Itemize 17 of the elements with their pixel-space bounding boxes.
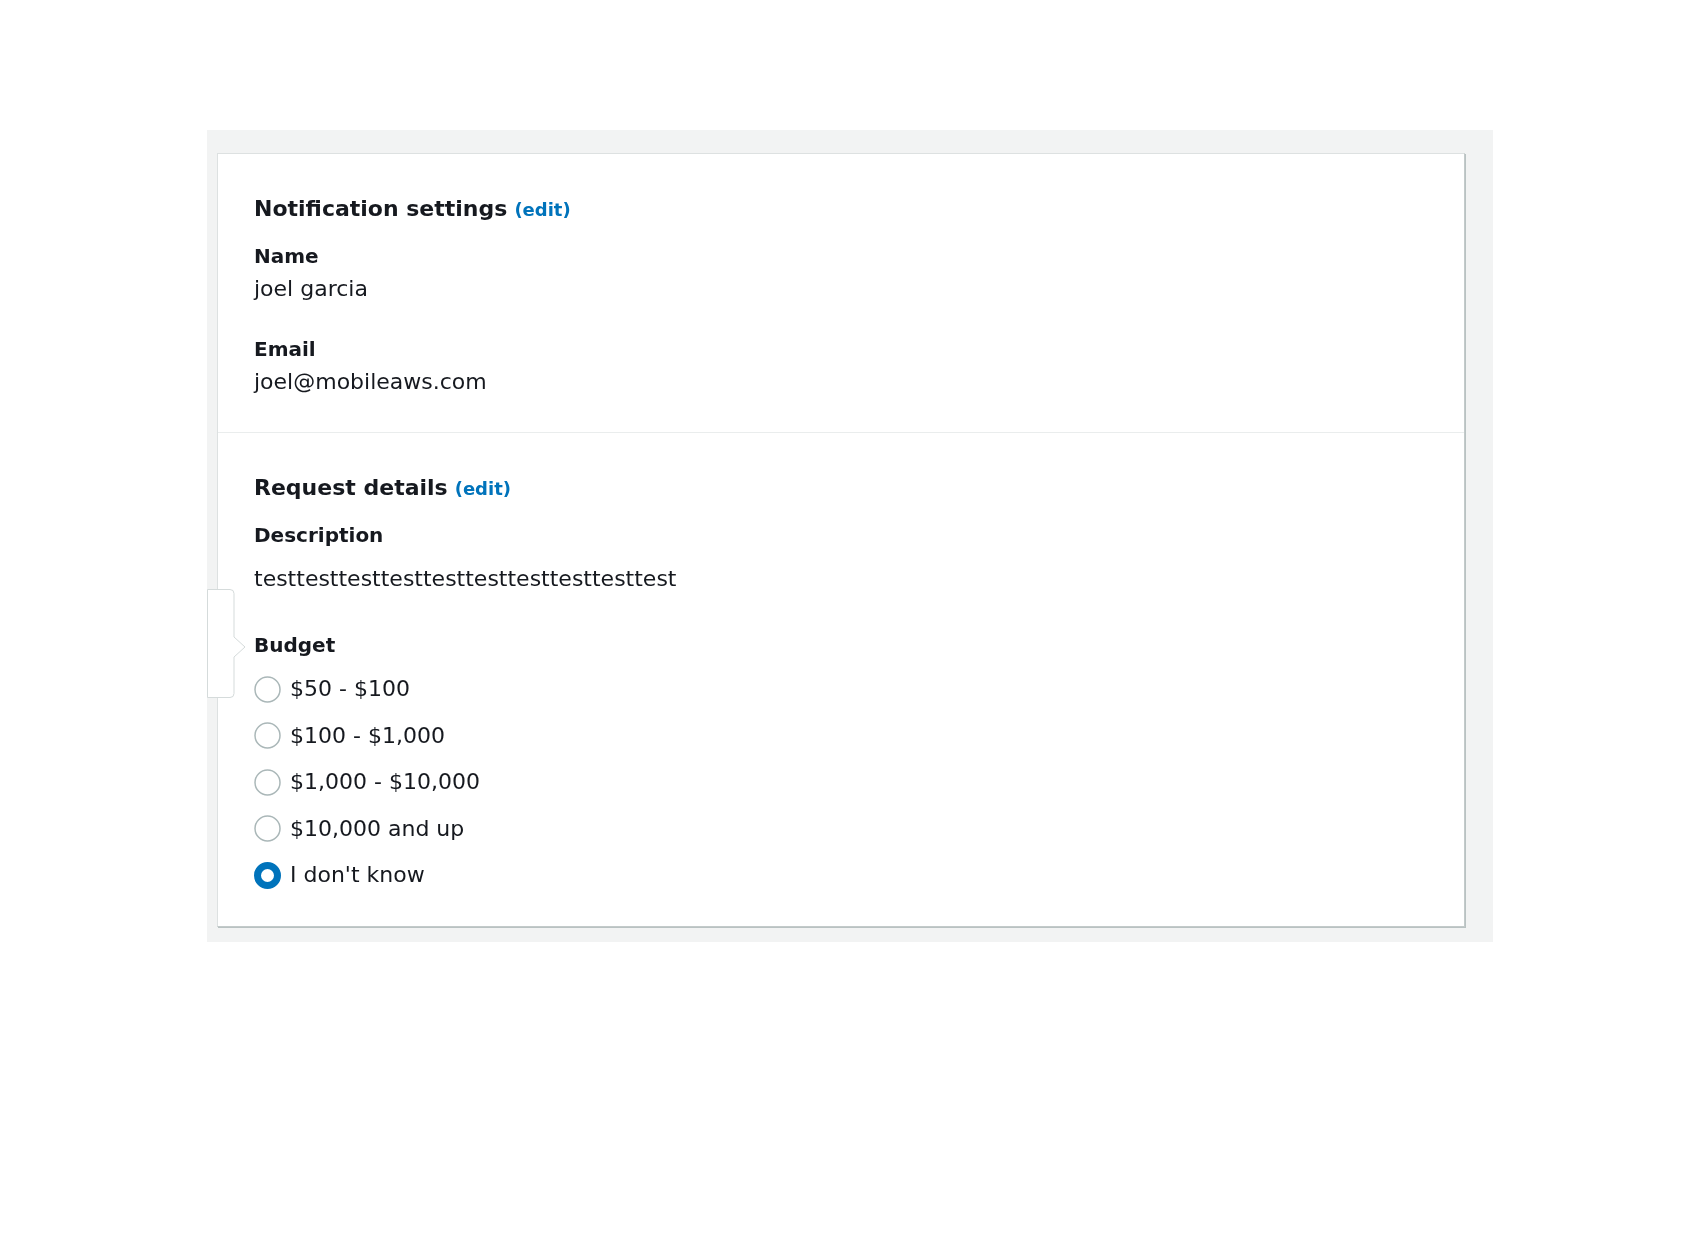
edit-link[interactable]: (edit) (514, 195, 571, 225)
section-title: Notification settings (254, 195, 508, 223)
radio-option[interactable]: $1,000 - $10,000 (254, 767, 480, 797)
field-label: Name (254, 243, 319, 269)
radio-option[interactable]: $100 - $1,000 (254, 720, 445, 751)
side-tab-handle[interactable] (207, 589, 247, 699)
section-title: Request details (254, 474, 448, 502)
field-label: Description (254, 522, 384, 548)
radio-option[interactable]: $50 - $100 (254, 674, 410, 704)
radio-option[interactable]: $10,000 and up (254, 813, 465, 844)
field-label: Email (254, 336, 316, 362)
field-value: testtesttesttesttesttesttesttesttesttest (254, 565, 677, 593)
field-value: joel garcia (254, 275, 368, 303)
field-label: Budget (254, 632, 336, 658)
radio-option[interactable]: I don't know (254, 860, 425, 890)
edit-link[interactable]: (edit) (454, 474, 511, 504)
field-value: joel@mobileaws.com (254, 368, 487, 396)
